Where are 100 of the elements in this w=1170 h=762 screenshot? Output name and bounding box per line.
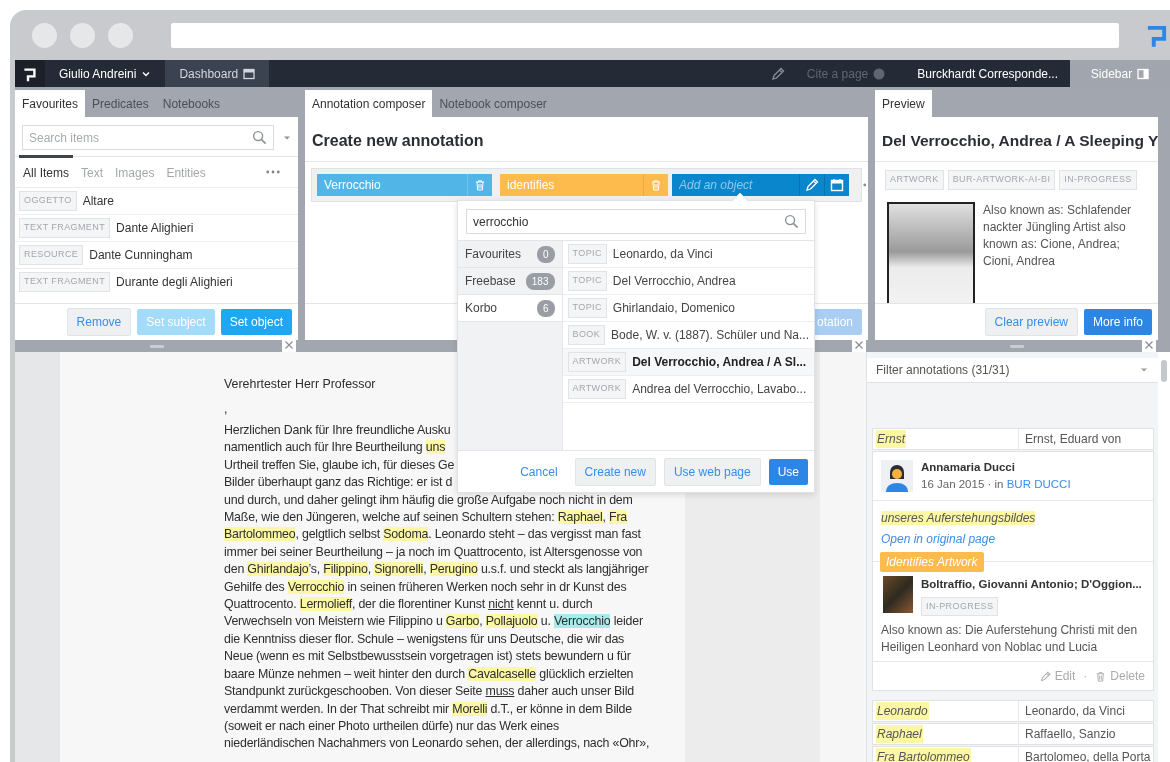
annotation-highlight[interactable]: Lermolieff bbox=[299, 597, 352, 612]
type-tag: TEXT FRAGMENT bbox=[19, 218, 111, 238]
annotation-highlight[interactable]: Raphael bbox=[557, 510, 603, 525]
notebook-link[interactable]: BUR DUCCI bbox=[1006, 478, 1071, 491]
type-tag: BOOK bbox=[567, 325, 606, 345]
annotation-row[interactable]: Raphael Raffaello, Sanzio bbox=[872, 723, 1154, 746]
type-tag: TOPIC bbox=[567, 244, 607, 264]
scrollbar-thumb[interactable] bbox=[1161, 360, 1167, 382]
type-tag: ARTWORK bbox=[567, 352, 627, 372]
status-tag: BUR-ARTWORK-AI-BI bbox=[947, 170, 1056, 190]
annotation-highlight[interactable]: Perugino bbox=[429, 562, 478, 577]
annotation-highlight[interactable]: Verrocchio bbox=[287, 579, 345, 594]
action-button[interactable]: More info bbox=[1083, 309, 1152, 335]
item-label[interactable]: Altare bbox=[82, 192, 114, 210]
close-icon bbox=[1144, 340, 1154, 350]
original-page-link[interactable]: Open in original page bbox=[881, 529, 996, 548]
annotation-highlight[interactable]: Morelli bbox=[452, 701, 488, 716]
object-description: Also known as: Die Auferstehung Christi mit den Heiligen Leonhard von Noblac und Lucia bbox=[880, 622, 1139, 657]
letter-salutation: Verehrtester Herr Professor bbox=[224, 376, 376, 393]
more-icon bbox=[266, 170, 280, 174]
user-menu[interactable]: Giulio Andreini bbox=[45, 60, 166, 87]
search-field[interactable]: verrocchio bbox=[466, 209, 806, 234]
document-title[interactable]: Burckhardt Corresponde... bbox=[893, 60, 1070, 87]
letter-text: , bbox=[224, 401, 228, 418]
highlight-text: Raphael bbox=[876, 725, 923, 744]
annotation-highlight[interactable]: Fra bbox=[609, 510, 628, 525]
type-tag: ARTWORK bbox=[567, 379, 627, 399]
filter-tab[interactable]: All Items bbox=[19, 155, 73, 187]
highlight-text: Leonardo bbox=[876, 702, 929, 721]
close-button[interactable] bbox=[852, 338, 866, 352]
address-bar[interactable] bbox=[170, 22, 1119, 48]
item-label[interactable]: Dante Alighieri bbox=[116, 219, 194, 237]
result-item[interactable]: TOPIC Ghirlandaio, Domenico bbox=[562, 295, 814, 322]
annotation-date: 16 Jan 2015 · in bbox=[921, 478, 1004, 491]
source-item[interactable]: Korbo 6 bbox=[458, 295, 562, 322]
panel-tab[interactable]: Preview bbox=[875, 90, 932, 117]
panel-tab[interactable]: Notebook composer bbox=[432, 90, 554, 117]
status-tag: ARTWORK bbox=[885, 170, 944, 190]
annotation-row[interactable]: Fra Bartolommeo Bartolomeo, della Porta bbox=[872, 746, 1154, 762]
predicate-label: Identifies Artwork bbox=[880, 551, 984, 572]
avatar-icon bbox=[881, 460, 913, 493]
panel-title: Create new annotation bbox=[305, 117, 868, 162]
object-field[interactable]: Add an object bbox=[672, 174, 799, 196]
item-label[interactable]: Durante degli Alighieri bbox=[116, 273, 233, 291]
type-tag: TOPIC bbox=[567, 298, 607, 318]
annotation-highlight[interactable]: Verrocchio bbox=[553, 614, 611, 629]
action-button[interactable]: Cancel bbox=[511, 458, 567, 485]
filter-label: Filter annotations (31/31) bbox=[876, 362, 1010, 379]
dashboard-button[interactable]: Dashboard bbox=[165, 60, 270, 87]
toggle-icon bbox=[873, 67, 886, 80]
annotation-highlight[interactable]: Ghirlandajo bbox=[247, 562, 309, 577]
panel-tab[interactable]: Favourites bbox=[15, 90, 86, 117]
annotation-row[interactable]: Leonardo Leonardo, da Vinci bbox=[872, 700, 1154, 723]
action-button[interactable]: Use bbox=[768, 458, 808, 485]
result-item[interactable]: TOPIC Del Verrocchio, Andrea bbox=[562, 268, 814, 295]
pencil-icon bbox=[805, 178, 819, 192]
annotation-row[interactable]: Ernst Ernst, Eduard von bbox=[872, 428, 1154, 450]
entity-label: Bartolomeo, della Porta bbox=[1018, 747, 1153, 762]
author-name: Annamaria Ducci bbox=[921, 460, 1016, 475]
window-control[interactable] bbox=[32, 22, 57, 48]
delete-button[interactable] bbox=[467, 174, 492, 196]
window-control[interactable] bbox=[107, 22, 133, 48]
preview-title: Del Verrocchio, Andrea / A Sleeping Y bbox=[875, 117, 1158, 163]
resize-handle[interactable] bbox=[1009, 345, 1024, 348]
type-tag: OGGETTO bbox=[19, 191, 77, 211]
result-item[interactable]: BOOK Bode, W. v. (1887). Schüler und Na... bbox=[562, 322, 814, 349]
panel-tab[interactable]: Annotation composer bbox=[305, 90, 433, 117]
pencil-icon bbox=[1039, 670, 1051, 682]
panel-tab[interactable]: Notebooks bbox=[155, 90, 228, 117]
count-badge: 183 bbox=[525, 272, 555, 290]
result-item[interactable]: TOPIC Leonardo, da Vinci bbox=[562, 241, 814, 268]
count-badge: 0 bbox=[536, 245, 555, 263]
annotation-highlight[interactable]: uns bbox=[425, 440, 446, 455]
preview-description: Also known as: Schlafender nackter Jüngling Artist also known as: Cione, Andrea; Cioni, Andrea bbox=[983, 201, 1133, 270]
artwork-photo-placeholder bbox=[883, 575, 913, 613]
calendar-icon bbox=[830, 178, 844, 192]
search-field[interactable]: Search items bbox=[22, 125, 274, 150]
item-label[interactable]: Dante Cunningham bbox=[89, 246, 193, 264]
object-title: Boltraffio, Giovanni Antonio; D'Oggion... bbox=[921, 576, 1142, 592]
logo-icon bbox=[22, 65, 38, 82]
type-tag: RESOURCE bbox=[19, 245, 84, 265]
close-button[interactable] bbox=[282, 338, 296, 352]
result-item[interactable]: ARTWORK Del Verrocchio, Andrea / A Sl... bbox=[562, 349, 814, 376]
close-icon bbox=[854, 340, 864, 350]
annotation-highlight[interactable]: Filippino bbox=[323, 562, 368, 577]
annotation-highlight[interactable]: Pollajuolo bbox=[485, 614, 538, 629]
annotation-highlight[interactable]: Cavalcaselle bbox=[468, 666, 537, 681]
delete-button[interactable] bbox=[643, 174, 668, 196]
panel-tab[interactable]: Predicates bbox=[85, 90, 156, 117]
type-tag: TOPIC bbox=[567, 271, 607, 291]
edit-button[interactable] bbox=[799, 174, 824, 196]
status-tag: IN-PROGRESS bbox=[921, 596, 999, 617]
resize-handle[interactable] bbox=[149, 345, 164, 348]
calendar-button[interactable] bbox=[824, 174, 849, 196]
window-control[interactable] bbox=[69, 22, 95, 48]
result-item[interactable]: ARTWORK Andrea del Verrocchio, Lavabo... bbox=[562, 376, 814, 403]
close-button[interactable] bbox=[1142, 338, 1156, 352]
entity-label: Leonardo, da Vinci bbox=[1018, 701, 1153, 722]
filter-dropdown[interactable]: Filter annotations (31/31) bbox=[867, 358, 1158, 383]
search-icon bbox=[252, 130, 267, 145]
